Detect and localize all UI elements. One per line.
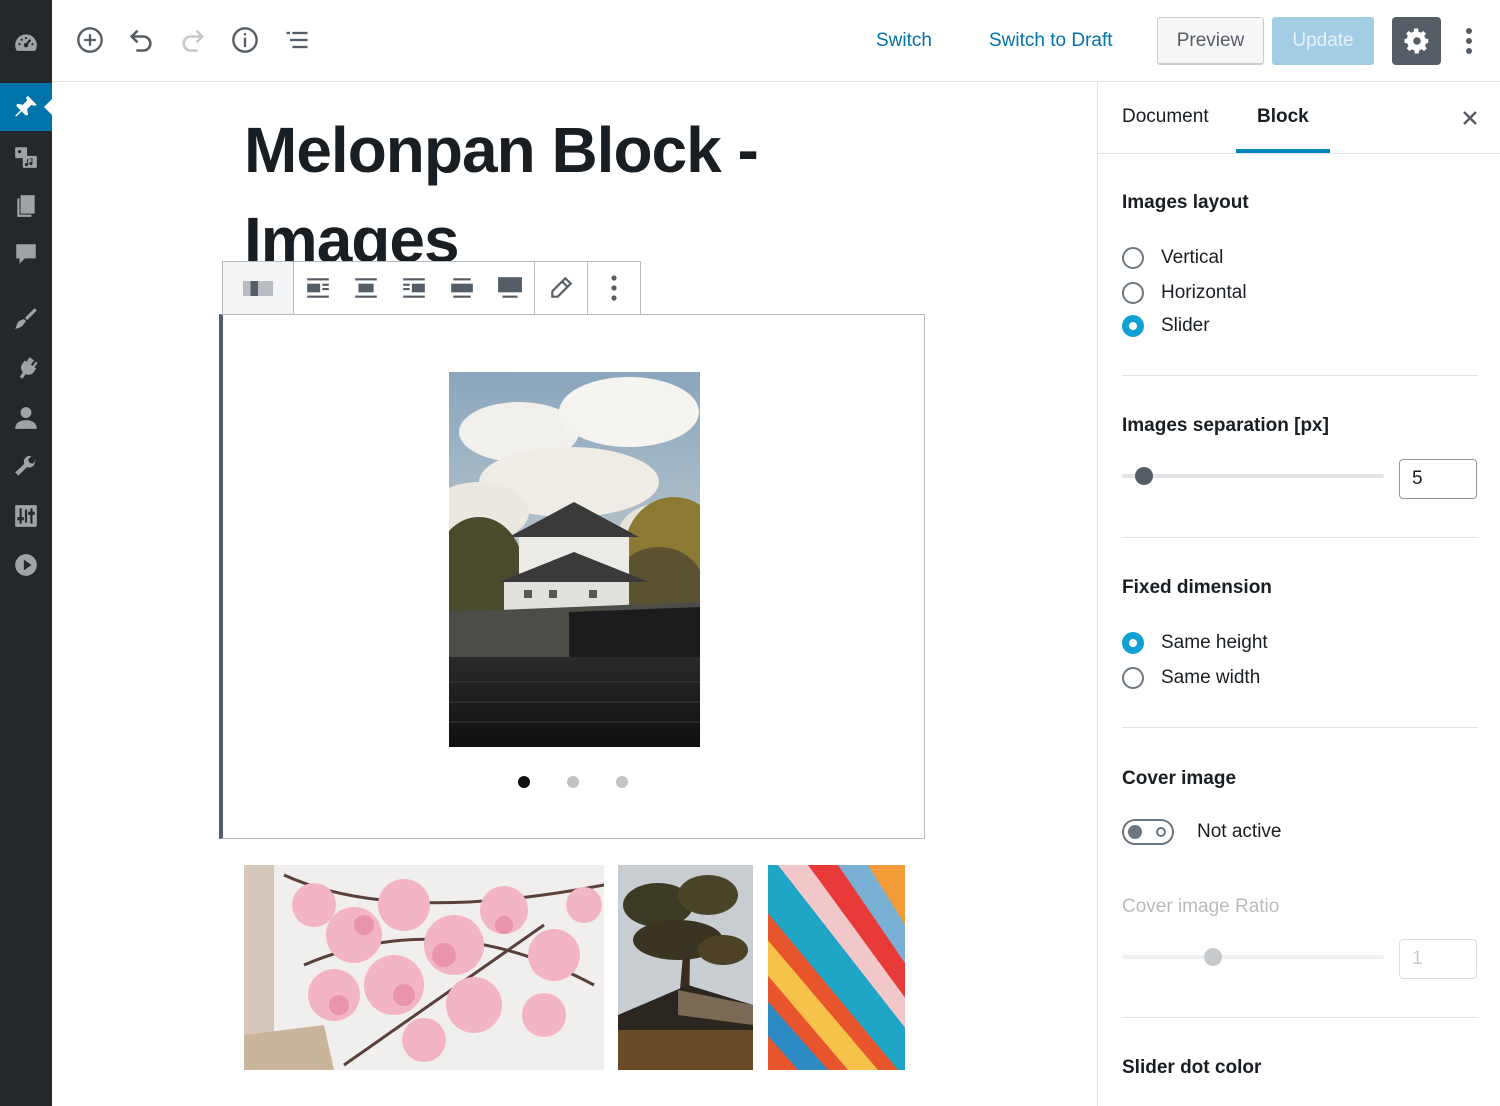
radio-same-height[interactable]: Same height bbox=[1122, 632, 1268, 654]
cover-image-title: Cover image bbox=[1122, 768, 1237, 789]
ratio-slider-handle[interactable] bbox=[1204, 948, 1222, 966]
cover-image-toggle[interactable] bbox=[1122, 819, 1174, 845]
appearance-icon[interactable] bbox=[0, 295, 52, 343]
more-menu-icon[interactable] bbox=[1456, 24, 1482, 58]
radio-same-width[interactable]: Same width bbox=[1122, 667, 1260, 689]
tools-icon[interactable] bbox=[0, 443, 52, 491]
media-icon[interactable] bbox=[0, 133, 52, 181]
redo-icon[interactable] bbox=[176, 23, 210, 57]
switch-link[interactable]: Switch bbox=[876, 30, 932, 52]
settings-sidebar: Document Block Images layout Vertical Ho… bbox=[1097, 82, 1500, 1106]
separation-slider-track[interactable] bbox=[1122, 474, 1384, 478]
add-block-icon[interactable] bbox=[73, 23, 107, 57]
gear-icon bbox=[1404, 28, 1428, 54]
fixed-dimension-title: Fixed dimension bbox=[1122, 577, 1272, 598]
more-options-icon[interactable] bbox=[588, 262, 640, 314]
block-navigation-icon[interactable] bbox=[280, 23, 314, 57]
block-type-icon[interactable] bbox=[223, 262, 293, 314]
comments-icon[interactable] bbox=[0, 230, 52, 278]
thumbnail-lanterns[interactable] bbox=[768, 865, 905, 1070]
editor-toolbar: Switch Switch to Draft Preview Update bbox=[52, 0, 1500, 82]
preview-button[interactable]: Preview bbox=[1157, 17, 1264, 65]
radio-label: Vertical bbox=[1161, 247, 1224, 268]
switch-to-draft-link[interactable]: Switch to Draft bbox=[989, 30, 1113, 52]
radio-vertical[interactable]: Vertical bbox=[1122, 247, 1223, 269]
toggle-knob bbox=[1128, 825, 1142, 839]
radio-slider[interactable]: Slider bbox=[1122, 315, 1210, 337]
radio-label: Horizontal bbox=[1161, 282, 1247, 303]
thumbnail-pine-tree[interactable] bbox=[618, 865, 753, 1070]
divider bbox=[1122, 375, 1478, 376]
settings-icon[interactable] bbox=[0, 492, 52, 540]
edit-pencil-icon[interactable] bbox=[535, 262, 587, 314]
full-width-icon[interactable] bbox=[486, 262, 534, 314]
close-icon[interactable] bbox=[1456, 104, 1484, 132]
slider-dot-2[interactable] bbox=[567, 776, 579, 788]
toggle-off-indicator bbox=[1156, 827, 1166, 837]
slider-dot-1[interactable] bbox=[518, 776, 530, 788]
update-button[interactable]: Update bbox=[1272, 17, 1374, 65]
separation-slider-handle[interactable] bbox=[1135, 467, 1153, 485]
radio-horizontal[interactable]: Horizontal bbox=[1122, 282, 1247, 304]
align-center-icon[interactable] bbox=[342, 262, 390, 314]
settings-button[interactable] bbox=[1392, 17, 1441, 65]
ratio-slider-track[interactable] bbox=[1122, 955, 1384, 959]
ratio-input[interactable]: 1 bbox=[1399, 939, 1477, 979]
plugins-icon[interactable] bbox=[0, 344, 52, 392]
slider-image-castle bbox=[449, 372, 700, 747]
radio-button[interactable] bbox=[1122, 667, 1144, 689]
separation-input[interactable]: 5 bbox=[1399, 459, 1477, 499]
images-separation-title: Images separation [px] bbox=[1122, 415, 1329, 436]
block-toolbar bbox=[222, 261, 641, 315]
slider-dot-3[interactable] bbox=[616, 776, 628, 788]
post-title-line1: Melonpan Block - bbox=[244, 114, 759, 186]
tab-block[interactable]: Block bbox=[1257, 106, 1309, 128]
radio-button[interactable] bbox=[1122, 315, 1144, 337]
pages-icon[interactable] bbox=[0, 182, 52, 230]
divider bbox=[1122, 727, 1478, 728]
undo-icon[interactable] bbox=[124, 23, 158, 57]
cover-image-toggle-label: Not active bbox=[1197, 821, 1282, 842]
dashboard-icon[interactable] bbox=[0, 19, 52, 67]
radio-label: Same height bbox=[1161, 632, 1268, 653]
radio-button[interactable] bbox=[1122, 632, 1144, 654]
radio-button[interactable] bbox=[1122, 282, 1144, 304]
active-tab-indicator bbox=[1236, 149, 1330, 153]
users-icon[interactable] bbox=[0, 394, 52, 442]
radio-label: Slider bbox=[1161, 315, 1210, 336]
admin-sidebar bbox=[0, 0, 52, 1106]
sidebar-tabs: Document Block bbox=[1098, 82, 1500, 154]
align-right-icon[interactable] bbox=[390, 262, 438, 314]
info-icon[interactable] bbox=[228, 23, 262, 57]
cover-image-ratio-title: Cover image Ratio bbox=[1122, 896, 1280, 917]
divider bbox=[1122, 537, 1478, 538]
slider-dot-color-title: Slider dot color bbox=[1122, 1057, 1262, 1078]
video-icon[interactable] bbox=[0, 541, 52, 589]
radio-button[interactable] bbox=[1122, 247, 1144, 269]
images-layout-title: Images layout bbox=[1122, 192, 1249, 213]
wide-width-icon[interactable] bbox=[438, 262, 486, 314]
slider-dots bbox=[518, 776, 628, 788]
thumbnail-cherry-blossom[interactable] bbox=[244, 865, 604, 1070]
post-title[interactable]: Melonpan Block - Images bbox=[244, 105, 864, 285]
pin-icon[interactable] bbox=[0, 83, 52, 131]
divider bbox=[1122, 1017, 1478, 1018]
tab-document[interactable]: Document bbox=[1122, 106, 1209, 128]
align-left-icon[interactable] bbox=[294, 262, 342, 314]
radio-label: Same width bbox=[1161, 667, 1261, 688]
